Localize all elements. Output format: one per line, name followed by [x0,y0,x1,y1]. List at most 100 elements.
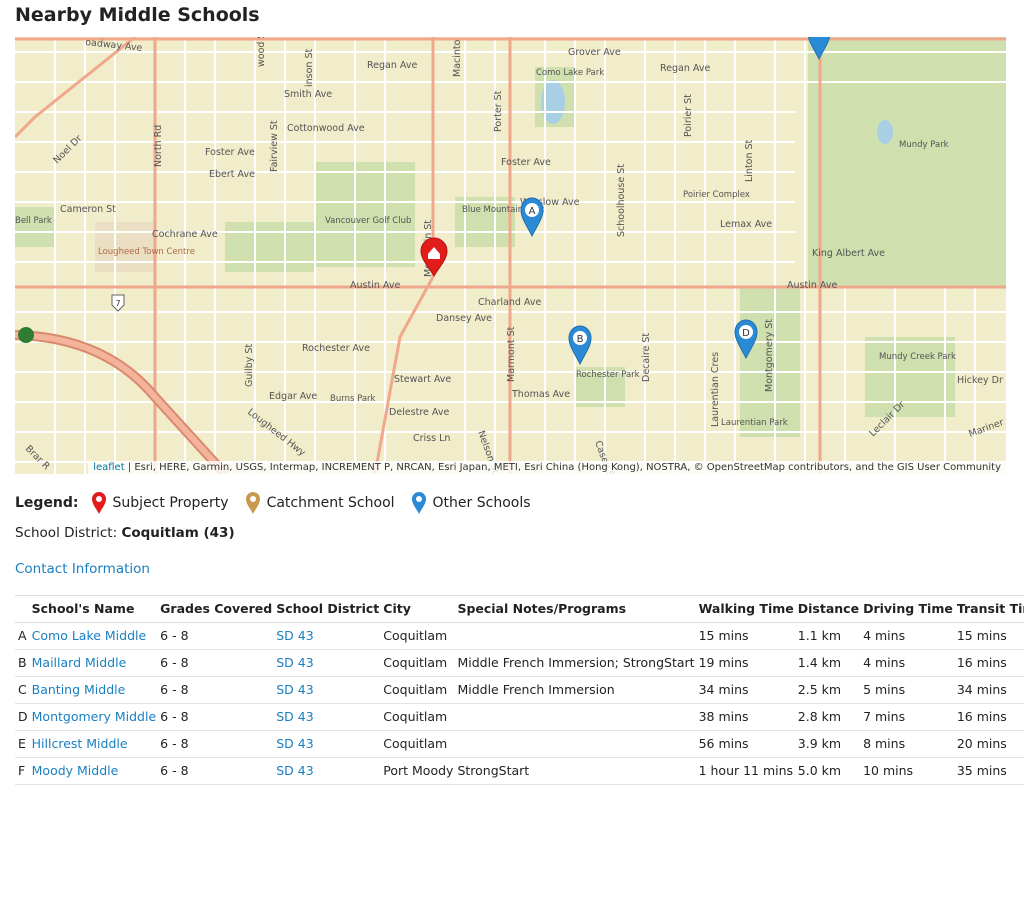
notes-cell: Middle French Immersion [455,676,697,704]
walking-time-cell: 38 mins [696,703,796,731]
map-label: Foster Ave [205,147,255,158]
map-label: Linton St [744,139,755,182]
map-label: Ebert Ave [209,169,255,180]
map-label: Austin Ave [787,280,837,291]
transit-time-cell: 20 mins [954,730,1024,758]
map-label: Decaire St [641,333,652,382]
school-name-link[interactable]: Montgomery Middle [32,709,157,724]
map-attribution: leaflet | Esri, HERE, Garmin, USGS, Inte… [88,461,1006,474]
legend-item-label: Subject Property [112,495,229,511]
column-header: Walking Time [696,595,796,623]
red-pin-icon [91,492,106,514]
school-name-link[interactable]: Como Lake Middle [32,628,147,643]
contact-information-link[interactable]: Contact Information [15,561,150,577]
driving-time-cell: 5 mins [861,676,955,704]
legend-subject-property: Subject Property [91,491,229,515]
district-link[interactable]: SD 43 [276,763,313,778]
column-header: Special Notes/Programs [455,595,697,623]
walking-time-cell: 15 mins [696,622,796,650]
bell-park-area [15,207,55,247]
grades-cell: 6 - 8 [158,676,275,704]
driving-time-cell: 8 mins [861,730,955,758]
distance-cell: 2.5 km [795,676,862,704]
city-cell: Coquitlam [381,649,456,677]
map-label: Porter St [493,90,504,132]
school-name-link[interactable]: Hillcrest Middle [32,736,128,751]
notes-cell: Middle French Immersion; StrongStart [455,649,697,677]
district-link[interactable]: SD 43 [276,682,313,697]
district-link[interactable]: SD 43 [276,709,313,724]
notes-cell: StrongStart [455,757,697,785]
map-label: Thomas Ave [511,389,570,400]
row-letter: D [15,703,30,731]
leaflet-link[interactable]: leaflet [93,462,124,473]
legend-item-label: Catchment School [266,495,395,511]
distance-cell: 1.1 km [795,622,862,650]
driving-time-cell: 7 mins [861,703,955,731]
map-label: King Albert Ave [812,248,885,259]
tan-pin-icon [245,492,260,514]
table-row: C Banting Middle 6 - 8 SD 43 Coquitlam M… [15,676,1024,704]
transit-time-cell: 35 mins [954,757,1024,785]
map-label: Cottonwood Ave [287,123,365,134]
district-link[interactable]: SD 43 [276,655,313,670]
map-label: Edgar Ave [269,391,317,402]
district-link[interactable]: SD 43 [276,628,313,643]
schools-table: School's Name Grades Covered School Dist… [15,595,1024,785]
legend-label: Legend: [15,495,79,511]
row-letter: A [15,622,30,650]
map-label: Laurentian Cres [710,352,721,427]
map-label: Charland Ave [478,297,541,308]
map-label: Laurentian Park [721,418,788,428]
column-header: School's Name [29,595,159,623]
map-label: Foster Ave [501,157,551,168]
school-district-info: School District: Coquitlam (43) [15,525,235,541]
map-label: Brar R [23,443,52,472]
map-label: Dansey Ave [436,313,492,324]
school-name-link[interactable]: Banting Middle [32,682,126,697]
district-value: Coquitlam (43) [121,525,235,541]
map-canvas[interactable]: oadway Ave Grover Ave Regan Ave Regan Av… [15,37,1006,474]
map[interactable]: oadway Ave Grover Ave Regan Ave Regan Av… [15,37,1006,474]
map-label: Poirier St [683,94,694,137]
map-label: North Rd [153,125,164,167]
transit-time-cell: 16 mins [954,703,1024,731]
map-label: Hickey Dr [957,375,1003,386]
school-name-link[interactable]: Moody Middle [32,763,119,778]
map-label: Poirier Complex [683,190,750,200]
mundy-creek-area [865,337,955,417]
table-row: F Moody Middle 6 - 8 SD 43 Port Moody St… [15,757,1024,785]
highway-1-shield [18,327,34,343]
school-marker-a[interactable]: A [520,197,544,238]
map-label: Rochester Ave [302,343,370,354]
row-letter: E [15,730,30,758]
grades-cell: 6 - 8 [158,703,275,731]
golf-club-area [315,162,415,267]
column-header: Driving Time [861,595,955,623]
pond [877,120,893,144]
row-letter: F [15,757,30,785]
grades-cell: 6 - 8 [158,622,275,650]
map-label: Burns Park [330,394,376,404]
row-letter: C [15,676,30,704]
distance-cell: 3.9 km [795,730,862,758]
column-header: Transit Time [954,595,1024,623]
map-label: Grover Ave [568,47,621,58]
school-name-link[interactable]: Maillard Middle [32,655,127,670]
map-label: Lougheed Town Centre [98,247,195,257]
distance-cell: 5.0 km [795,757,862,785]
column-header [15,595,30,623]
school-marker-b[interactable]: B [568,325,592,366]
row-letter: B [15,649,30,677]
district-link[interactable]: SD 43 [276,736,313,751]
map-label: Austin Ave [350,280,400,291]
table-row: A Como Lake Middle 6 - 8 SD 43 Coquitlam… [15,622,1024,650]
distance-cell: 1.4 km [795,649,862,677]
map-label: Cochrane Ave [152,229,218,240]
transit-time-cell: 16 mins [954,649,1024,677]
distance-cell: 2.8 km [795,703,862,731]
walking-time-cell: 56 mins [696,730,796,758]
map-label: Bell Park [15,216,52,226]
driving-time-cell: 4 mins [861,649,955,677]
city-cell: Coquitlam [381,703,456,731]
